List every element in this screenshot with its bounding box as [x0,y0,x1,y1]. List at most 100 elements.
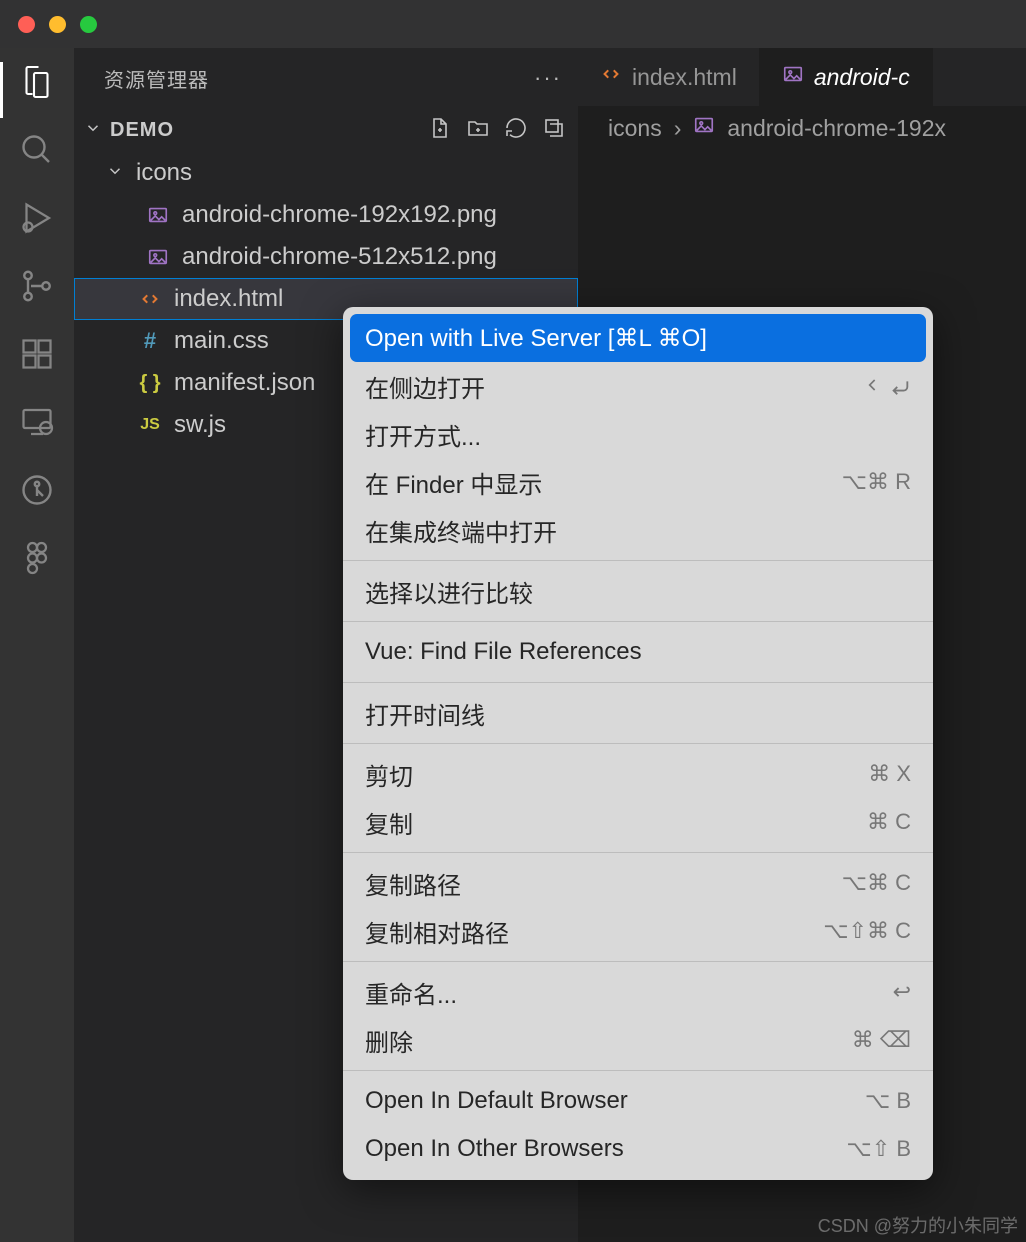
context-menu-item[interactable]: 打开时间线 [343,689,933,737]
menu-separator [343,560,933,561]
submenu-indicator [863,375,911,397]
file-label: android-chrome-512x512.png [182,243,497,271]
context-menu-item[interactable]: 复制 ⌘ C [343,798,933,846]
tree-folder-icons[interactable]: icons [74,152,578,194]
search-icon[interactable] [17,130,57,170]
sidebar-title: 资源管理器 [104,64,209,93]
minimize-window-button[interactable] [49,16,66,33]
chevron-down-icon [84,119,102,142]
context-menu-item[interactable]: 删除 ⌘ ⌫ [343,1016,933,1064]
titlebar [0,0,1026,48]
project-actions [428,116,578,145]
context-menu-item[interactable]: 选择以进行比较 [343,567,933,615]
context-menu: Open with Live Server [⌘L ⌘O] 在侧边打开 打开方式… [343,307,933,1180]
menu-separator [343,852,933,853]
file-label: android-chrome-192x192.png [182,201,497,229]
menu-shortcut: ⌥⌘ R [842,469,911,495]
image-file-icon [144,246,172,268]
context-menu-item[interactable]: Open with Live Server [⌘L ⌘O] [350,314,926,362]
menu-separator [343,1070,933,1071]
new-file-icon[interactable] [428,116,452,145]
html-file-icon [600,63,622,91]
menu-shortcut: ⌥⇧ B [846,1136,911,1162]
menu-item-label: 在集成终端中打开 [365,513,557,548]
menu-shortcut: ⌥ B [865,1088,911,1114]
window-controls [18,16,97,33]
tab-label: android-c [814,64,910,91]
tree-file[interactable]: android-chrome-192x192.png [74,194,578,236]
extensions-icon[interactable] [17,334,57,374]
refresh-icon[interactable] [504,116,528,145]
menu-item-label: 重命名... [365,975,457,1010]
editor-tabs: index.html android-c [578,48,1026,106]
menu-item-label: 删除 [365,1023,413,1058]
menu-item-label: Vue: Find File References [365,638,642,666]
file-label: main.css [174,327,269,355]
context-menu-item[interactable]: Vue: Find File References [343,628,933,676]
menu-shortcut: ⌥⌘ C [842,870,911,896]
context-menu-item[interactable]: 剪切 ⌘ X [343,750,933,798]
menu-item-label: 复制 [365,805,413,840]
source-control-icon[interactable] [17,266,57,306]
menu-item-label: Open In Other Browsers [365,1135,624,1163]
context-menu-item[interactable]: 在侧边打开 [343,362,933,410]
file-label: manifest.json [174,369,315,397]
sidebar-header: 资源管理器 ··· [74,48,578,108]
breadcrumb[interactable]: icons › android-chrome-192x [578,106,1026,150]
menu-shortcut: ⌘ C [867,809,911,835]
sidebar-more-icon[interactable]: ··· [534,65,562,91]
json-file-icon: { } [136,372,164,395]
editor-tab-active[interactable]: android-c [760,48,933,106]
editor-tab[interactable]: index.html [578,48,760,106]
menu-item-label: 在侧边打开 [365,369,485,404]
image-file-icon [693,114,715,142]
breadcrumb-separator: › [674,115,682,142]
project-name: DEMO [110,119,174,142]
collapse-all-icon[interactable] [542,116,566,145]
menu-item-label: 打开方式... [365,417,481,452]
git-graph-icon[interactable] [17,470,57,510]
tab-label: index.html [632,64,737,91]
tree-file[interactable]: android-chrome-512x512.png [74,236,578,278]
new-folder-icon[interactable] [466,116,490,145]
menu-item-label: 选择以进行比较 [365,574,533,609]
menu-separator [343,961,933,962]
context-menu-item[interactable]: 复制路径 ⌥⌘ C [343,859,933,907]
image-file-icon [782,63,804,91]
maximize-window-button[interactable] [80,16,97,33]
file-label: sw.js [174,411,226,439]
close-window-button[interactable] [18,16,35,33]
breadcrumb-file: android-chrome-192x [727,115,946,142]
chevron-down-icon [106,159,126,187]
context-menu-item[interactable]: 重命名... ↩ [343,968,933,1016]
html-file-icon [136,288,164,310]
css-file-icon: # [136,328,164,354]
menu-item-label: 打开时间线 [365,696,485,731]
menu-item-label: Open with Live Server [⌘L ⌘O] [365,324,707,353]
file-label: index.html [174,285,283,313]
activity-indicator [0,62,3,118]
figma-icon[interactable] [17,538,57,578]
explorer-icon[interactable] [17,62,57,102]
context-menu-item[interactable]: 在集成终端中打开 [343,506,933,554]
remote-explorer-icon[interactable] [17,402,57,442]
menu-item-label: 剪切 [365,757,413,792]
menu-shortcut: ⌘ X [868,761,911,787]
folder-label: icons [136,159,192,187]
project-header[interactable]: DEMO [74,108,578,152]
menu-shortcut: ↩ [893,979,911,1005]
activity-bar [0,48,74,1242]
context-menu-item[interactable]: 在 Finder 中显示 ⌥⌘ R [343,458,933,506]
menu-item-label: 复制路径 [365,866,461,901]
context-menu-item[interactable]: 打开方式... [343,410,933,458]
menu-item-label: 复制相对路径 [365,914,509,949]
context-menu-item[interactable]: Open In Other Browsers ⌥⇧ B [343,1125,933,1173]
menu-separator [343,743,933,744]
run-debug-icon[interactable] [17,198,57,238]
context-menu-item[interactable]: 复制相对路径 ⌥⇧⌘ C [343,907,933,955]
watermark: CSDN @努力的小朱同学 [818,1212,1018,1238]
menu-separator [343,621,933,622]
image-file-icon [144,204,172,226]
context-menu-item[interactable]: Open In Default Browser ⌥ B [343,1077,933,1125]
menu-separator [343,682,933,683]
